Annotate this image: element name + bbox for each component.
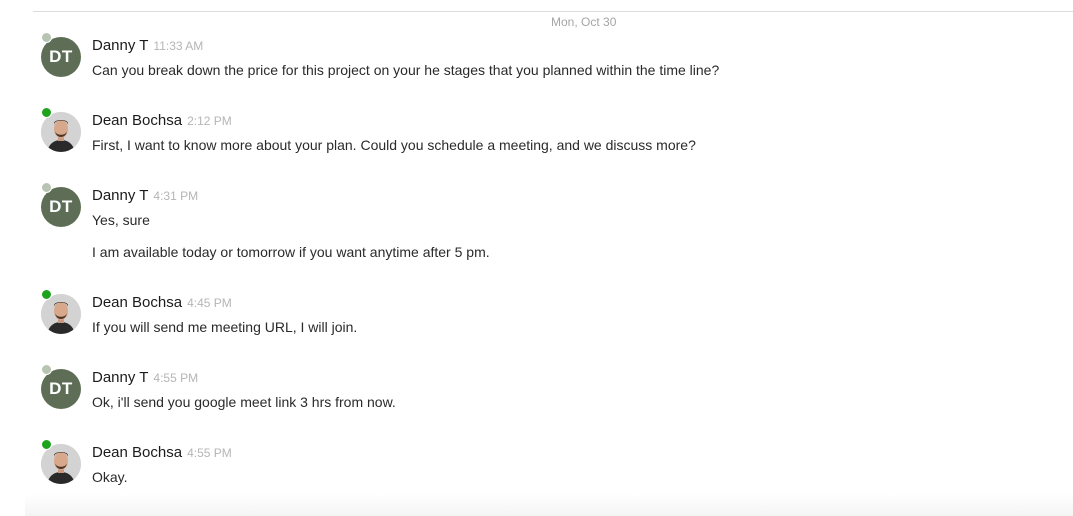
profile-photo-icon [41, 112, 81, 152]
avatar[interactable] [41, 444, 81, 484]
profile-photo-icon [41, 294, 81, 334]
status-indicator [41, 32, 52, 43]
message-timestamp: 11:33 AM [153, 39, 204, 53]
message-header: Dean Bochsa 4:45 PM [92, 294, 232, 312]
message-text: Ok, i'll send you google meet link 3 hrs… [92, 394, 396, 410]
date-divider: Mon, Oct 30 [33, 11, 1073, 30]
sender-name[interactable]: Danny T [92, 187, 148, 204]
composer-edge [25, 494, 1073, 516]
status-indicator [41, 182, 52, 193]
sender-name[interactable]: Dean Bochsa [92, 112, 182, 129]
message-header: Danny T 11:33 AM [92, 37, 203, 55]
message-timestamp: 2:12 PM [187, 114, 232, 128]
message-timestamp: 4:45 PM [187, 296, 232, 310]
sender-name[interactable]: Danny T [92, 37, 148, 54]
sender-name[interactable]: Dean Bochsa [92, 444, 182, 461]
message-text: Can you break down the price for this pr… [92, 62, 720, 78]
message-timestamp: 4:31 PM [153, 189, 199, 203]
status-indicator [41, 364, 52, 375]
message-timestamp: 4:55 PM [153, 371, 199, 385]
message-text: If you will send me meeting URL, I will … [92, 319, 358, 335]
sender-name[interactable]: Danny T [92, 369, 148, 386]
message-timestamp: 4:55 PM [187, 446, 232, 460]
avatar[interactable]: DT [41, 369, 81, 409]
profile-photo-icon [41, 444, 81, 484]
status-indicator [41, 289, 52, 300]
chat-thread: Mon, Oct 30 DT Danny T 11:33 AM Can you b… [0, 0, 1073, 516]
message-text: First, I want to know more about your pl… [92, 137, 696, 153]
message-header: Danny T 4:31 PM [92, 187, 198, 205]
message-text: Okay. [92, 469, 128, 485]
message-header: Danny T 4:55 PM [92, 369, 198, 387]
avatar[interactable]: DT [41, 187, 81, 227]
status-indicator [41, 439, 52, 450]
avatar[interactable]: DT [41, 37, 81, 77]
avatar[interactable] [41, 294, 81, 334]
message-header: Dean Bochsa 2:12 PM [92, 112, 232, 130]
message-header: Dean Bochsa 4:55 PM [92, 444, 232, 462]
status-indicator [41, 107, 52, 118]
avatar[interactable] [41, 112, 81, 152]
sender-name[interactable]: Dean Bochsa [92, 294, 182, 311]
message-text: Yes, sure [92, 212, 150, 228]
message-text: I am available today or tomorrow if you … [92, 244, 490, 260]
date-divider-label: Mon, Oct 30 [543, 14, 625, 30]
